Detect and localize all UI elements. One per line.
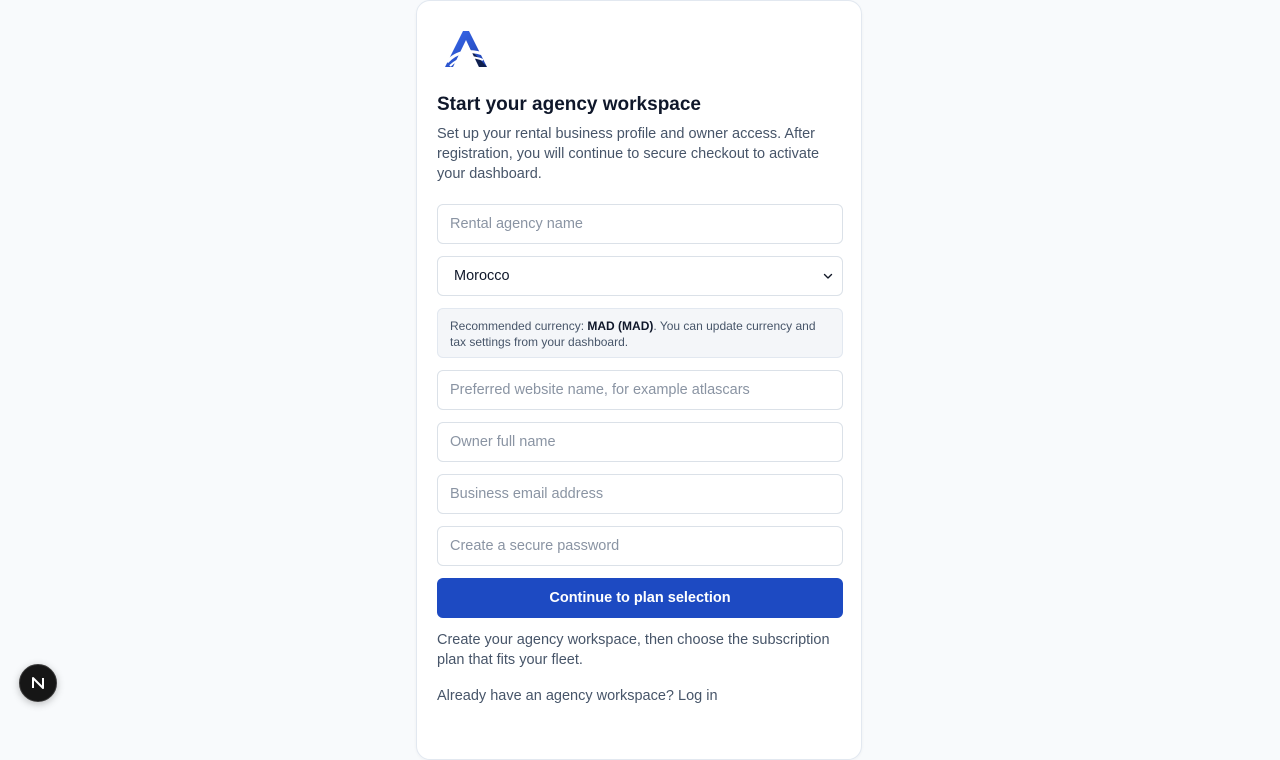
agency-a-logo-icon xyxy=(441,29,489,69)
page-subtitle: Set up your rental business profile and … xyxy=(437,126,820,182)
country-select[interactable]: Morocco xyxy=(437,256,843,296)
currency-value: MAD (MAD) xyxy=(587,319,654,333)
password-field[interactable] xyxy=(437,526,843,566)
website-name-input[interactable] xyxy=(437,370,843,410)
login-prompt: Already have an agency workspace? Log in xyxy=(437,686,843,706)
login-link[interactable]: Log in xyxy=(678,688,718,704)
chevron-down-icon xyxy=(822,270,834,282)
owner-name-input[interactable] xyxy=(437,422,843,462)
email-field[interactable] xyxy=(437,474,843,514)
signup-card: Start your agency workspace Set up your … xyxy=(416,0,862,760)
n-logo-icon xyxy=(32,677,44,689)
agency-name-input[interactable] xyxy=(437,204,843,244)
helper-text: Create your agency workspace, then choos… xyxy=(437,632,830,668)
page-title: Start your agency workspace xyxy=(437,94,701,115)
nextjs-dev-indicator-icon[interactable] xyxy=(19,664,57,702)
login-prompt-text: Already have an agency workspace? xyxy=(437,688,679,704)
country-select-value: Morocco xyxy=(454,268,510,284)
currency-note-prefix: Recommended currency: xyxy=(450,319,588,333)
continue-button[interactable]: Continue to plan selection xyxy=(437,578,843,618)
currency-note: Recommended currency: MAD (MAD). You can… xyxy=(437,308,843,358)
